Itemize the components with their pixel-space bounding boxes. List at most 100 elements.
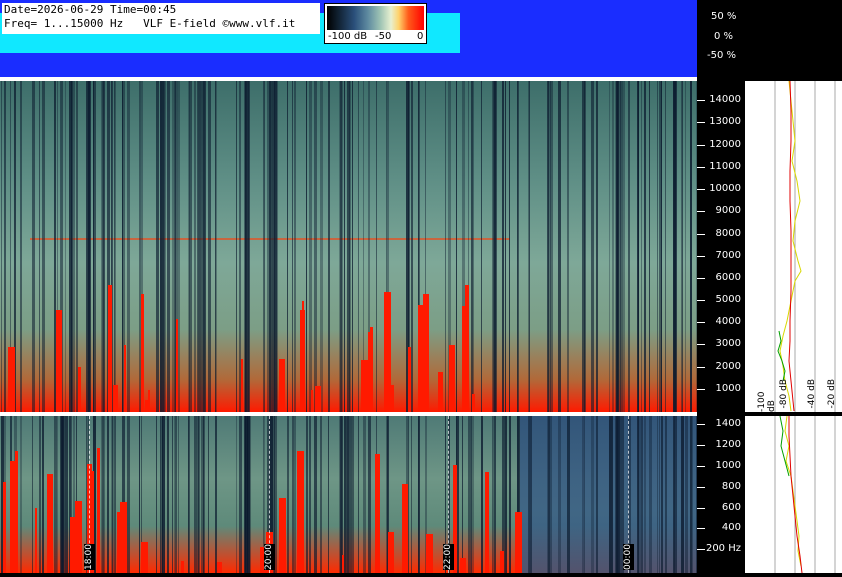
- interference-burst: [181, 561, 184, 573]
- sferic-stripe: [358, 416, 359, 573]
- interference-burst: [465, 285, 469, 412]
- interference-burst: [279, 359, 285, 412]
- sferic-stripe: [582, 416, 584, 573]
- sferic-stripe: [275, 81, 278, 412]
- sferic-stripe: [340, 81, 342, 412]
- interference-burst: [141, 294, 144, 412]
- interference-burst: [388, 532, 394, 573]
- interference-burst: [78, 367, 81, 412]
- spectrogram-lower: 18:00 20:00 22:00 00:00: [0, 416, 697, 573]
- interference-burst: [426, 534, 433, 573]
- interference-burst: [302, 301, 304, 412]
- sferic-stripe: [481, 81, 482, 412]
- interference-burst: [375, 454, 380, 573]
- sferic-stripe: [690, 416, 693, 573]
- frequency-tick-mark: [697, 466, 705, 467]
- sferic-stripe: [127, 416, 130, 573]
- interference-burst: [113, 385, 118, 412]
- sferic-stripe: [638, 81, 639, 412]
- sferic-stripe: [244, 416, 246, 573]
- interference-burst: [176, 319, 178, 412]
- sferic-stripe: [244, 81, 245, 412]
- sferic-stripe: [172, 81, 174, 412]
- interference-burst: [361, 360, 368, 412]
- color-scale: -100 dB -50 0: [324, 3, 427, 44]
- interference-burst: [8, 347, 15, 412]
- frequency-axis-upper: 14000 13000 12000 11000 10000 9000 8000 7000 600…: [697, 81, 745, 412]
- sferic-stripe: [175, 416, 177, 573]
- sferic-stripe: [509, 416, 511, 573]
- frequency-tick-mark: [697, 167, 705, 168]
- sferic-stripe: [115, 416, 116, 573]
- sferic-stripe: [156, 416, 157, 573]
- sferic-stripe: [107, 416, 109, 573]
- sferic-stripe: [178, 416, 179, 573]
- sferic-stripe: [172, 416, 173, 573]
- sferic-stripe: [657, 416, 658, 573]
- sferic-stripe: [548, 416, 550, 573]
- sferic-stripe: [471, 81, 473, 412]
- sferic-stripe: [596, 81, 598, 412]
- frequency-tick-mark: [697, 389, 705, 390]
- interference-burst: [56, 310, 62, 412]
- sferic-stripe: [517, 81, 519, 412]
- sferic-stripe: [42, 81, 45, 412]
- sferic-stripe: [328, 416, 329, 573]
- sferic-stripe: [62, 81, 63, 412]
- waveform-scale-panel: 50 % 0 % -50 %: [697, 0, 842, 81]
- sferic-stripe: [661, 416, 663, 573]
- interference-burst: [47, 474, 53, 573]
- sferic-stripe: [320, 81, 323, 412]
- sferic-stripe: [638, 416, 641, 573]
- sferic-stripe: [609, 81, 610, 412]
- sferic-stripe: [93, 81, 94, 412]
- sferic-stripe: [314, 81, 317, 412]
- sferic-stripe: [292, 81, 293, 412]
- sferic-stripe: [349, 81, 351, 412]
- sferic-stripe: [197, 416, 200, 573]
- interference-burst: [315, 386, 321, 412]
- sferic-stripe: [294, 81, 296, 412]
- sferic-stripe: [582, 81, 585, 412]
- sferic-stripe: [204, 416, 205, 573]
- scale-label-minus-50: -50 %: [707, 50, 737, 61]
- frequency-tick-mark: [697, 278, 705, 279]
- sferic-stripe: [505, 81, 506, 412]
- sferic-stripe: [69, 81, 72, 412]
- sferic-stripe: [197, 81, 198, 412]
- sferic-stripe: [644, 416, 646, 573]
- interference-burst: [342, 555, 344, 573]
- sferic-stripe: [644, 81, 646, 412]
- frequency-tick-mark: [697, 367, 705, 368]
- interference-burst: [75, 501, 82, 573]
- sferic-stripe: [376, 81, 377, 412]
- sferic-stripe: [309, 81, 312, 412]
- interference-burst: [391, 385, 394, 412]
- time-marker-label: 18:00: [84, 544, 95, 570]
- frequency-tick-mark: [697, 211, 705, 212]
- sferic-stripe: [162, 81, 165, 412]
- sferic-stripe: [264, 81, 265, 412]
- sferic-stripe: [4, 81, 6, 412]
- sferic-stripe: [294, 416, 296, 573]
- sferic-stripe: [659, 416, 660, 573]
- sferic-stripe: [189, 416, 190, 573]
- interference-burst: [438, 372, 443, 412]
- sferic-stripe: [411, 81, 413, 412]
- sferic-stripe: [208, 81, 211, 412]
- sferic-stripe: [591, 81, 594, 412]
- sferic-stripe: [54, 416, 57, 573]
- sferic-stripe: [685, 81, 686, 412]
- sferic-stripe: [215, 81, 217, 412]
- sferic-stripe: [73, 81, 75, 412]
- sferic-stripe: [550, 416, 552, 573]
- interference-burst: [418, 305, 423, 412]
- sferic-stripe: [328, 81, 330, 412]
- frequency-tick-mark: [697, 300, 705, 301]
- frequency-tick-mark: [697, 145, 705, 146]
- sferic-stripe: [358, 81, 359, 412]
- sferic-stripe: [76, 81, 78, 412]
- sferic-stripe: [558, 416, 561, 573]
- sferic-stripe: [270, 81, 271, 412]
- profile-lower-plot: [774, 415, 836, 574]
